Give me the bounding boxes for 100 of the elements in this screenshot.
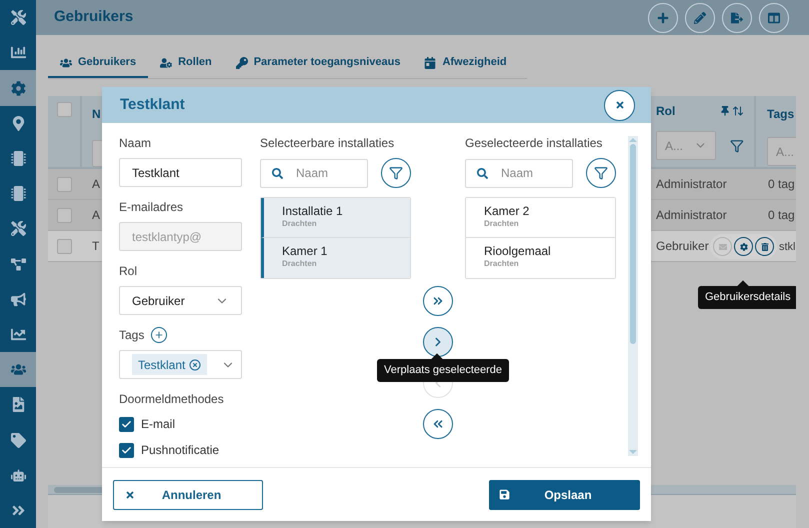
- transfer-button[interactable]: [423, 327, 453, 357]
- table-cell: Gebruiker: [656, 239, 709, 253]
- checkbox-label: Pushnotificatie: [141, 442, 220, 459]
- search-field[interactable]: Naam: [465, 158, 573, 188]
- tag-icon: [10, 432, 26, 448]
- field-label: E-mailadres: [119, 199, 184, 216]
- close-button[interactable]: [604, 90, 635, 120]
- dialog-title: Testklant: [120, 94, 185, 115]
- chip-icon: [10, 150, 26, 166]
- filter-icon: [389, 166, 403, 180]
- line-chart-icon: [10, 326, 26, 342]
- search-icon: [477, 168, 488, 178]
- toolbar-button[interactable]: [648, 2, 678, 32]
- tools-icon: [10, 10, 26, 26]
- filter-icon[interactable]: [730, 138, 744, 152]
- page-title: Gebruikers: [54, 7, 134, 28]
- table-cell: Administrator: [656, 177, 727, 191]
- select-field[interactable]: Gebruiker: [119, 286, 242, 315]
- list-item[interactable]: Kamer 2 Drachten: [466, 198, 615, 238]
- transfer-button[interactable]: [423, 409, 453, 439]
- toolbar-button[interactable]: [722, 2, 752, 32]
- save-icon: [499, 489, 510, 500]
- robot-icon: [10, 468, 26, 483]
- item-location: Drachten: [484, 219, 520, 229]
- tab[interactable]: Afwezigheid: [412, 49, 519, 78]
- chip-icon: [10, 186, 26, 202]
- column-header[interactable]: Rol: [656, 102, 676, 120]
- item-location: Drachten: [282, 219, 318, 229]
- check-icon: [121, 444, 132, 456]
- item-name: Kamer 2: [484, 204, 530, 219]
- item-location: Drachten: [282, 259, 318, 269]
- field-label: Rol: [119, 263, 138, 280]
- transfer-button[interactable]: [423, 286, 453, 316]
- user-gear-icon: [160, 56, 172, 68]
- item-location: Drachten: [484, 259, 520, 269]
- search-field[interactable]: Naam: [260, 158, 368, 188]
- search-icon: [272, 168, 283, 178]
- check-icon: [121, 418, 132, 430]
- columns-icon: [768, 12, 780, 24]
- column-header[interactable]: Tags: [767, 107, 794, 121]
- gear-icon: [740, 242, 748, 250]
- megaphone-icon: [10, 292, 26, 307]
- filter-button[interactable]: [381, 158, 411, 188]
- field-label: Tags: [119, 327, 144, 344]
- tags-select[interactable]: Testklant: [119, 350, 242, 379]
- checkbox[interactable]: [57, 102, 72, 117]
- table-cell: 0 tag: [768, 208, 795, 222]
- pencil-icon: [694, 12, 706, 24]
- item-name: Installatie 1: [282, 204, 344, 219]
- toolbar-button[interactable]: [685, 2, 715, 32]
- save-button[interactable]: Opslaan: [489, 480, 640, 510]
- field-label: Doormeldmethodes: [119, 391, 224, 408]
- pin-icon[interactable]: [720, 106, 730, 116]
- plus-icon: [657, 12, 669, 24]
- sidebar-item[interactable]: [0, 352, 36, 388]
- table-cell: A: [92, 208, 100, 222]
- tab[interactable]: Gebruikers: [48, 49, 148, 78]
- close-icon: [125, 490, 135, 500]
- file-icon: [10, 397, 26, 412]
- users-icon: [60, 56, 72, 68]
- checkbox[interactable]: [119, 442, 134, 458]
- vertical-scrollbar[interactable]: [628, 136, 638, 456]
- add-tag-button[interactable]: [151, 327, 168, 343]
- tag-chip: Testklant: [132, 354, 208, 375]
- key-icon: [236, 56, 248, 68]
- table-cell: stkl: [779, 240, 796, 253]
- tab[interactable]: Parameter toegangsniveaus: [224, 49, 412, 78]
- sidebar-item[interactable]: [0, 70, 36, 106]
- bar-chart-icon: [10, 45, 26, 60]
- checkbox[interactable]: [57, 238, 72, 254]
- checkbox[interactable]: [119, 416, 134, 432]
- field-label: Naam: [119, 135, 152, 152]
- sort-icon[interactable]: [732, 105, 744, 117]
- item-name: Kamer 1: [282, 244, 328, 259]
- calendar-icon: [424, 56, 436, 68]
- row-action-button[interactable]: [734, 237, 753, 256]
- map-pin-icon: [10, 116, 26, 131]
- column-header[interactable]: N: [92, 107, 101, 121]
- cancel-button[interactable]: Annuleren: [113, 480, 263, 510]
- mail-icon: [718, 242, 726, 250]
- text-field[interactable]: Testklant: [119, 158, 242, 187]
- checkbox-label: E-mail: [141, 416, 176, 433]
- close-icon: [614, 100, 624, 110]
- gear-icon: [10, 80, 26, 96]
- filter-button[interactable]: [586, 158, 616, 188]
- checkbox[interactable]: [57, 208, 72, 222]
- toolbar-button[interactable]: [759, 2, 789, 32]
- checkbox[interactable]: [57, 176, 72, 192]
- item-name: Rioolgemaal: [484, 244, 552, 259]
- list-item[interactable]: Installatie 1 Drachten: [261, 198, 410, 238]
- tools-icon: [10, 221, 26, 236]
- tab[interactable]: Rollen: [148, 49, 224, 78]
- row-action-button[interactable]: [755, 237, 774, 256]
- list-item[interactable]: Kamer 1 Drachten: [261, 238, 410, 278]
- export-icon: [731, 12, 743, 24]
- table-cell: 0 tag: [768, 177, 795, 191]
- plus-icon: [154, 330, 164, 340]
- network-icon: [10, 256, 26, 272]
- list-title: Geselecteerde installaties: [465, 135, 604, 151]
- remove-icon[interactable]: [189, 358, 202, 370]
